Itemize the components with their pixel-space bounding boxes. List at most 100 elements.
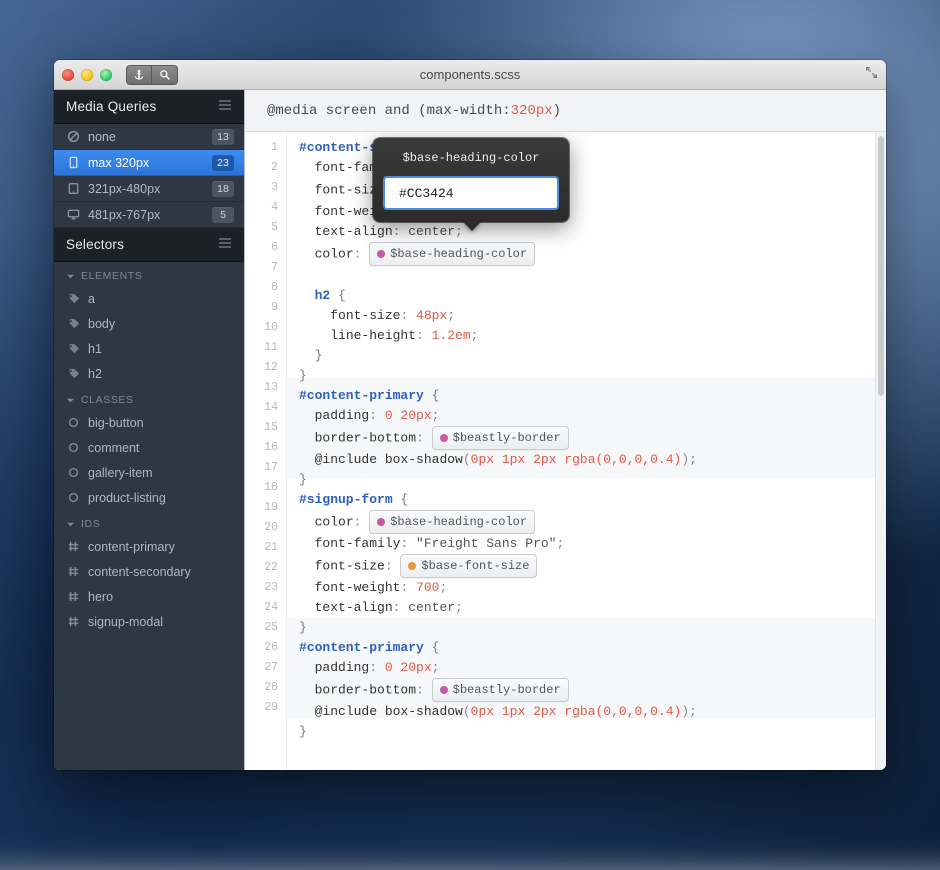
- scroll-thumb[interactable]: [878, 136, 884, 396]
- code-line[interactable]: }: [299, 366, 875, 386]
- count-badge: 13: [212, 129, 234, 145]
- code-line[interactable]: border-bottom: $beastly-border: [299, 426, 875, 450]
- context-suffix: ): [553, 103, 561, 119]
- line-gutter: 1234567891011121314151617181920212223242…: [245, 132, 287, 770]
- selector-label: gallery-item: [88, 466, 153, 480]
- close-window-button[interactable]: [62, 69, 74, 81]
- selector-label: comment: [88, 441, 139, 455]
- variable-pill[interactable]: $base-heading-color: [369, 242, 535, 266]
- selector-item[interactable]: product-listing: [54, 485, 244, 510]
- selector-label: h2: [88, 367, 102, 381]
- popover-title: $base-heading-color: [383, 148, 559, 168]
- code-line[interactable]: @include box-shadow(0px 1px 2px rgba(0,0…: [299, 450, 875, 470]
- selector-item[interactable]: signup-modal: [54, 609, 244, 634]
- media-query-item[interactable]: none 13: [54, 124, 244, 150]
- code-line[interactable]: text-align: center;: [299, 222, 875, 242]
- selector-item[interactable]: h1: [54, 336, 244, 361]
- code-area[interactable]: $base-heading-color #content-secondary {…: [287, 132, 875, 770]
- code-line[interactable]: font-weight: 700;: [299, 578, 875, 598]
- zoom-window-button[interactable]: [100, 69, 112, 81]
- code-line[interactable]: color: $base-heading-color: [299, 242, 875, 266]
- code-line[interactable]: font-family: "Freight Sans Pro";: [299, 534, 875, 554]
- media-query-label: 481px-767px: [88, 208, 204, 222]
- code-line[interactable]: #content-primary {: [299, 386, 875, 406]
- circle-icon: [66, 416, 80, 430]
- sidebar: Media Queries none 13 max 320px 23 321px…: [54, 90, 244, 770]
- selectors-panel: ELEMENTSa body h1 h2 CLASSES big-button commen…: [54, 262, 244, 634]
- search-button[interactable]: [152, 65, 178, 85]
- variable-pill[interactable]: $base-font-size: [400, 554, 537, 578]
- code-line[interactable]: border-bottom: $beastly-border: [299, 678, 875, 702]
- menu-icon[interactable]: [218, 237, 232, 252]
- section-title-ids[interactable]: IDs: [54, 510, 244, 534]
- code-line[interactable]: font-size: $base-font-size: [299, 554, 875, 578]
- section-title-elements[interactable]: ELEMENTS: [54, 262, 244, 286]
- section-title-classes[interactable]: CLASSES: [54, 386, 244, 410]
- media-query-item[interactable]: max 320px 23: [54, 150, 244, 176]
- hash-icon: [66, 565, 80, 579]
- variable-pill[interactable]: $base-heading-color: [369, 510, 535, 534]
- code-line[interactable]: }: [299, 346, 875, 366]
- media-query-label: max 320px: [88, 156, 204, 170]
- selectors-header[interactable]: Selectors: [54, 228, 244, 262]
- code-line[interactable]: @include box-shadow(0px 1px 2px rgba(0,0…: [299, 702, 875, 722]
- color-input-field[interactable]: [383, 176, 559, 210]
- minimize-window-button[interactable]: [81, 69, 93, 81]
- selector-item[interactable]: big-button: [54, 410, 244, 435]
- code-line[interactable]: #content-primary {: [299, 638, 875, 658]
- titlebar[interactable]: components.scss: [54, 60, 886, 90]
- context-value: 320px: [511, 103, 553, 119]
- color-hex-input[interactable]: [399, 186, 567, 201]
- selector-label: body: [88, 317, 115, 331]
- code-line[interactable]: text-align: center;: [299, 598, 875, 618]
- code-line[interactable]: padding: 0 20px;: [299, 406, 875, 426]
- selector-item[interactable]: content-primary: [54, 534, 244, 559]
- mobile-icon: [66, 156, 80, 169]
- anchor-button[interactable]: [126, 65, 152, 85]
- circle-icon: [66, 466, 80, 480]
- media-query-item[interactable]: 321px-480px 18: [54, 176, 244, 202]
- selector-item[interactable]: h2: [54, 361, 244, 386]
- code-line[interactable]: padding: 0 20px;: [299, 658, 875, 678]
- chevron-down-icon: [66, 396, 75, 405]
- tablet-icon: [66, 182, 80, 195]
- media-query-item[interactable]: 481px-767px 5: [54, 202, 244, 228]
- media-queries-header[interactable]: Media Queries: [54, 90, 244, 124]
- selector-label: signup-modal: [88, 615, 163, 629]
- circle-icon: [66, 441, 80, 455]
- selector-item[interactable]: content-secondary: [54, 559, 244, 584]
- selector-item[interactable]: body: [54, 311, 244, 336]
- selector-item[interactable]: comment: [54, 435, 244, 460]
- code-line[interactable]: }: [299, 470, 875, 490]
- selector-item[interactable]: gallery-item: [54, 460, 244, 485]
- selector-item[interactable]: a: [54, 286, 244, 311]
- code-line[interactable]: font-size: 48px;: [299, 306, 875, 326]
- tag-icon: [66, 367, 80, 381]
- code-line[interactable]: }: [299, 618, 875, 638]
- media-queries-title: Media Queries: [66, 99, 156, 114]
- selectors-title: Selectors: [66, 237, 124, 252]
- code-editor[interactable]: 1234567891011121314151617181920212223242…: [245, 132, 886, 770]
- code-line[interactable]: color: $base-heading-color: [299, 510, 875, 534]
- count-badge: 18: [212, 181, 234, 197]
- hash-icon: [66, 615, 80, 629]
- selector-item[interactable]: hero: [54, 584, 244, 609]
- code-line[interactable]: [299, 266, 875, 286]
- code-line[interactable]: }: [299, 722, 875, 742]
- media-query-label: 321px-480px: [88, 182, 204, 196]
- variable-pill[interactable]: $beastly-border: [432, 678, 569, 702]
- code-line[interactable]: h2 {: [299, 286, 875, 306]
- code-line[interactable]: line-height: 1.2em;: [299, 326, 875, 346]
- code-line[interactable]: #signup-form {: [299, 490, 875, 510]
- app-window: components.scss Media Queries none 13 ma…: [54, 60, 886, 770]
- menu-icon[interactable]: [218, 99, 232, 114]
- media-query-label: none: [88, 130, 204, 144]
- selector-label: big-button: [88, 416, 144, 430]
- selector-label: hero: [88, 590, 113, 604]
- fullscreen-button[interactable]: [865, 66, 878, 84]
- toolbar: [126, 65, 178, 85]
- vertical-scrollbar[interactable]: [875, 132, 886, 770]
- search-icon: [159, 69, 171, 81]
- count-badge: 5: [212, 207, 234, 223]
- variable-pill[interactable]: $beastly-border: [432, 426, 569, 450]
